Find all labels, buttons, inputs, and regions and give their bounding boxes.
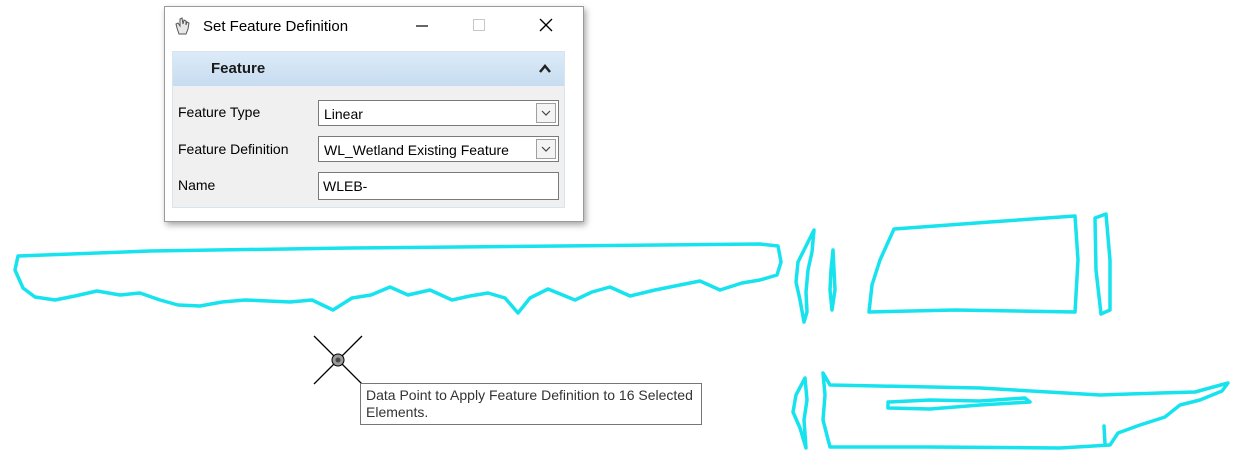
name-input[interactable] [323,178,553,194]
feature-definition-label: Feature Definition [178,141,289,157]
close-button[interactable] [526,11,566,41]
crosshair-cursor-icon [313,335,363,385]
wetland-shape-long-strip[interactable] [13,242,783,315]
set-feature-definition-dialog: Set Feature Definition Feature Feature T… [164,6,584,222]
wetland-shape-bottom-polygon[interactable] [821,371,1230,450]
chevron-up-icon[interactable] [536,60,554,78]
feature-definition-dropdown-button[interactable] [536,139,556,159]
wetland-shape-quad[interactable] [867,214,1080,314]
maximize-button[interactable] [459,11,499,41]
wetland-shape-narrow-right[interactable] [1093,212,1112,316]
name-field[interactable] [318,172,559,200]
wetland-shape-bottom-left-sliver[interactable] [791,376,809,450]
minimize-icon [416,25,428,27]
feature-type-value: Linear [324,106,363,122]
feature-definition-select[interactable]: WL_Wetland Existing Feature [318,136,559,162]
chevron-down-icon [541,146,551,152]
wetland-shape-small-2[interactable] [828,248,837,312]
feature-panel: Feature Feature Type Linear Feature Defi… [172,51,565,208]
wetland-shape-inner-tick[interactable] [1102,424,1107,446]
chevron-down-icon [541,110,551,116]
feature-definition-value: WL_Wetland Existing Feature [324,142,509,158]
maximize-icon [473,19,485,31]
wetland-shape-small-1[interactable] [794,228,816,324]
cursor-tooltip: Data Point to Apply Feature Definition t… [360,383,702,425]
feature-type-select[interactable]: Linear [318,100,559,126]
close-icon [539,18,553,32]
name-label: Name [178,177,216,193]
minimize-button[interactable] [402,11,442,41]
feature-panel-title: Feature [211,60,266,77]
wetland-shape-inner-line[interactable] [886,396,1032,411]
dialog-titlebar[interactable]: Set Feature Definition [165,7,583,45]
feature-type-dropdown-button[interactable] [536,103,556,123]
feature-panel-header[interactable]: Feature [173,52,564,86]
hand-pointer-icon [174,17,190,35]
feature-type-label: Feature Type [178,104,261,120]
dialog-title: Set Feature Definition [203,18,349,35]
